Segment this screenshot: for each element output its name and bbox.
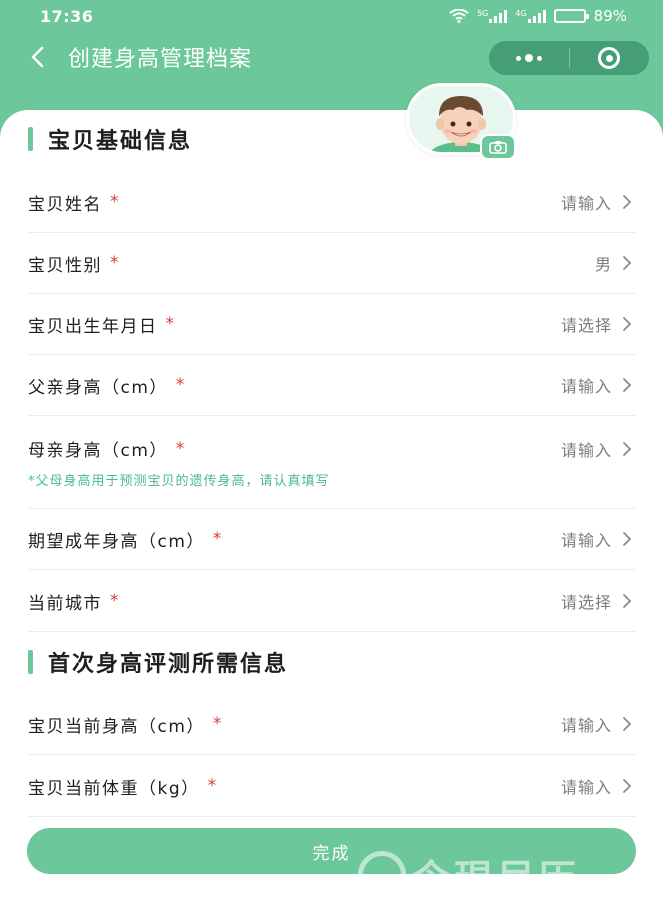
row-value-area: 请输入 <box>561 527 636 551</box>
form-row-expected-height[interactable]: 期望成年身高（cm） * 请输入 <box>28 509 636 570</box>
required-mark: * <box>110 591 120 611</box>
avatar[interactable] <box>404 82 518 160</box>
row-label: 母亲身高（cm） * <box>28 436 186 462</box>
required-mark: * <box>110 192 120 212</box>
row-label: 宝贝当前体重（kg） * <box>28 774 218 799</box>
section-title-basic: 宝贝基础信息 <box>28 124 192 154</box>
row-label: 宝贝性别 * <box>28 251 120 276</box>
target-circle-icon <box>598 47 621 69</box>
form-row-baby-name[interactable]: 宝贝姓名 * 请输入 <box>28 172 636 233</box>
close-button[interactable] <box>570 41 650 75</box>
label-text: 宝贝姓名 <box>28 194 102 215</box>
row-value: 请输入 <box>560 440 612 460</box>
row-value-area: 请选择 <box>561 312 636 336</box>
label-text: 宝贝当前身高（cm） <box>28 716 205 737</box>
signal-icon <box>489 9 508 23</box>
section-accent-bar <box>28 127 33 151</box>
form-row-current-height[interactable]: 宝贝当前身高（cm） * 请输入 <box>28 694 636 755</box>
status-icons: 5G 4G 89% <box>449 7 627 25</box>
done-button[interactable]: 完成 <box>27 828 636 874</box>
row-label: 宝贝当前身高（cm） * <box>28 712 223 737</box>
row-label: 期望成年身高（cm） * <box>28 527 223 552</box>
label-text: 母亲身高（cm） <box>28 441 168 461</box>
row-value-area: 请输入 <box>561 712 636 736</box>
section-accent-bar <box>28 650 33 674</box>
row-value: 请选择 <box>560 316 612 335</box>
signal-1: 5G <box>477 9 508 23</box>
form-row-current-weight[interactable]: 宝贝当前体重（kg） * 请输入 <box>28 756 636 817</box>
signal-2: 4G <box>515 9 546 23</box>
required-mark: * <box>212 714 223 734</box>
row-value-area: 请输入 <box>561 190 636 214</box>
section-title-text: 宝贝基础信息 <box>48 129 193 154</box>
row-value: 请输入 <box>560 377 612 396</box>
camera-icon <box>489 141 507 154</box>
form-row-baby-gender[interactable]: 宝贝性别 * 男 <box>28 233 636 294</box>
nav-header: 创建身高管理档案 <box>0 32 663 82</box>
label-text: 期望成年身高（cm） <box>28 531 205 552</box>
row-label: 父亲身高（cm） * <box>28 373 186 398</box>
chevron-right-icon <box>622 594 636 608</box>
section-title-text: 首次身高评测所需信息 <box>48 652 289 677</box>
required-mark: * <box>175 438 186 459</box>
row-value-area: 请输入 <box>561 373 636 397</box>
required-mark: * <box>165 314 176 334</box>
chevron-right-icon <box>622 317 636 331</box>
network-label-1: 5G <box>477 9 489 18</box>
chevron-right-icon <box>622 256 636 270</box>
row-value: 请输入 <box>560 194 612 213</box>
back-chevron-icon <box>31 46 44 68</box>
row-value: 请输入 <box>560 531 612 550</box>
required-mark: * <box>212 529 223 549</box>
row-label: 当前城市 * <box>28 589 120 614</box>
page-title: 创建身高管理档案 <box>68 47 253 72</box>
row-value: 男 <box>594 255 612 274</box>
network-label-2: 4G <box>515 9 527 18</box>
chevron-right-icon <box>622 441 636 456</box>
row-label: 宝贝出生年月日 * <box>28 312 176 337</box>
row-value: 请选择 <box>560 593 612 612</box>
status-bar: 17:36 5G 4G 89% <box>0 0 663 32</box>
row-value-area: 请输入 <box>561 774 636 798</box>
label-text: 宝贝当前体重（kg） <box>28 778 200 799</box>
chevron-right-icon <box>622 532 636 546</box>
row-value: 请输入 <box>560 716 612 735</box>
mini-program-capsule <box>489 41 649 75</box>
more-button[interactable] <box>489 41 569 75</box>
camera-button[interactable] <box>480 134 516 160</box>
row-label: 宝贝姓名 * <box>28 190 120 215</box>
parent-height-hint: *父母身高用于预测宝贝的遗传身高，请认真填写 <box>28 474 330 489</box>
form-row-father-height[interactable]: 父亲身高（cm） * 请输入 <box>28 355 636 416</box>
section-title-first-assessment: 首次身高评测所需信息 <box>28 647 288 677</box>
chevron-right-icon <box>622 195 636 209</box>
status-time: 17:36 <box>40 6 94 26</box>
row-value-area: 请选择 <box>561 589 636 613</box>
wifi-icon <box>449 9 469 23</box>
back-button[interactable] <box>12 32 62 82</box>
row-value: 请输入 <box>560 778 612 797</box>
more-dots-icon <box>515 54 542 62</box>
battery-percent: 89% <box>593 7 627 25</box>
signal-icon <box>527 9 546 23</box>
chevron-right-icon <box>622 717 636 731</box>
row-value-area: 请输入 <box>561 437 636 461</box>
chevron-right-icon <box>622 378 636 392</box>
label-text: 当前城市 <box>28 593 102 614</box>
done-button-label: 完成 <box>312 843 351 864</box>
label-text: 父亲身高（cm） <box>28 377 168 398</box>
chevron-right-icon <box>622 779 636 793</box>
label-text: 宝贝性别 <box>28 255 102 276</box>
required-mark: * <box>175 375 186 395</box>
label-text: 宝贝出生年月日 <box>28 316 158 337</box>
row-value-area: 男 <box>595 251 636 275</box>
required-mark: * <box>207 776 218 796</box>
required-mark: * <box>110 253 120 273</box>
form-row-current-city[interactable]: 当前城市 * 请选择 <box>28 571 636 632</box>
battery-icon <box>553 9 589 23</box>
form-row-baby-birthday[interactable]: 宝贝出生年月日 * 请选择 <box>28 294 636 355</box>
